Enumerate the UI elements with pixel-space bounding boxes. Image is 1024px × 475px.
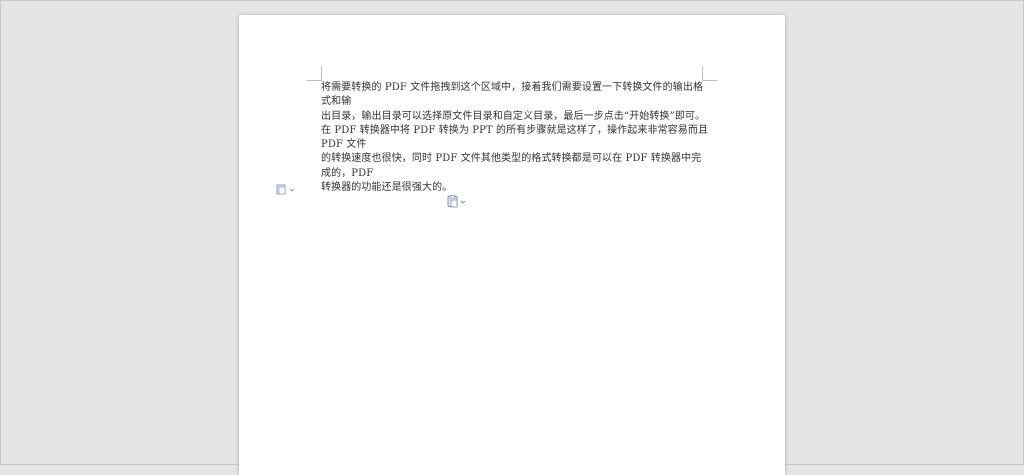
document-body-text[interactable]: 将需要转换的 PDF 文件拖拽到这个区域中，接着我们需要设置一下转换文件的输出格… [321,81,711,195]
margin-corner-top-left [307,66,322,81]
text-line-2: 出目录，输出目录可以选择原文件目录和自定义目录，最后一步点击“开始转换”即可。 [321,110,706,122]
margin-corner-top-right [702,66,717,81]
text-line-5: 转换器的功能还是很强大的。 [321,182,453,194]
document-page[interactable]: 将需要转换的 PDF 文件拖拽到这个区域中，接着我们需要设置一下转换文件的输出格… [239,15,785,475]
text-line-1: 将需要转换的 PDF 文件拖拽到这个区域中，接着我们需要设置一下转换文件的输出格… [321,82,704,108]
text-line-3: 在 PDF 转换器中将 PDF 转换为 PPT 的所有步骤就是这样了，操作起来非… [321,124,709,151]
paste-options-icon[interactable] [447,194,469,208]
paste-options-icon[interactable] [276,181,298,195]
text-line-4: 的转换速度也很快，同时 PDF 文件其他类型的格式转换都是可以在 PDF 转换器… [321,153,702,179]
